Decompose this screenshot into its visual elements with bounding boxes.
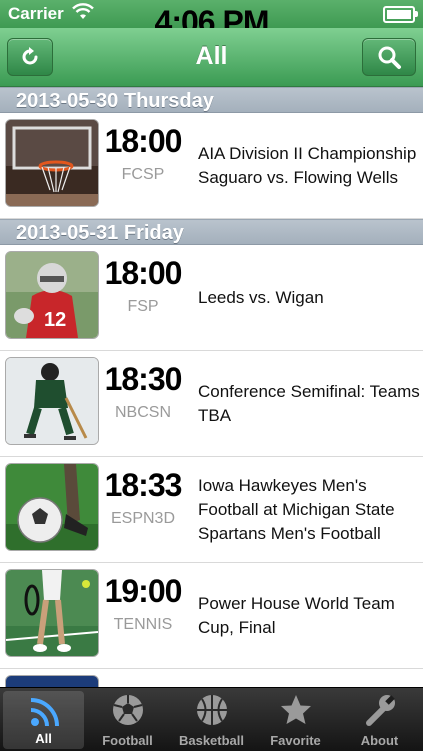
- basketball-icon: [196, 695, 227, 725]
- event-title: AIA Division II Championship Saguaro vs.…: [198, 143, 417, 187]
- football-player-image: 12: [5, 251, 99, 339]
- svg-text:12: 12: [44, 309, 66, 331]
- star-icon: [280, 695, 311, 724]
- event-channel: FCSP: [121, 166, 165, 183]
- list-item[interactable]: 19:00 TENNIS Power House World Team Cup,…: [0, 563, 423, 669]
- event-time: 18:30: [104, 361, 183, 397]
- section-header: 2013-05-30 Thursday: [0, 87, 423, 113]
- event-channel: NBCSN: [114, 404, 171, 421]
- tab-all[interactable]: All: [3, 691, 84, 749]
- event-time: 18:00: [104, 255, 183, 291]
- feed-icon: [30, 698, 59, 727]
- event-time: 18:00: [104, 123, 183, 159]
- event-channel: ESPN3D: [110, 510, 176, 527]
- event-time: 19:00: [104, 573, 183, 609]
- hockey-player-image: [5, 357, 99, 445]
- tab-label: Favorite: [270, 733, 321, 748]
- tab-label: Football: [102, 733, 153, 748]
- navigation-bar: All: [0, 28, 423, 87]
- tab-bar: All Football Basketball Favorite About: [0, 687, 423, 751]
- list-item[interactable]: [0, 669, 423, 687]
- tab-label: Basketball: [178, 733, 245, 748]
- event-title: Leeds vs. Wigan: [198, 287, 324, 307]
- search-button[interactable]: [362, 38, 416, 76]
- list-item[interactable]: 18:30 NBCSN Conference Semifinal: Teams …: [0, 351, 423, 457]
- list-item[interactable]: 12 18:00 FSP Leeds vs. Wigan: [0, 245, 423, 351]
- soccer-ball-image: [5, 463, 99, 551]
- basketball-hoop-image: [5, 119, 99, 207]
- tab-favorite[interactable]: Favorite: [255, 688, 336, 751]
- event-channel: TENNIS: [113, 616, 173, 633]
- tab-football[interactable]: Football: [87, 688, 168, 751]
- schedule-list[interactable]: 2013-05-30 Thursday 18:00 FCSP AIA Divis…: [0, 87, 423, 687]
- status-bar: Carrier 4:06 PM: [0, 0, 423, 40]
- soccer-ball-icon: [112, 695, 143, 725]
- tab-basketball[interactable]: Basketball: [171, 688, 252, 751]
- tab-about[interactable]: About: [339, 688, 420, 751]
- page-title: All: [195, 42, 228, 70]
- wrench-icon: [365, 695, 395, 726]
- event-channel: FSP: [127, 298, 159, 315]
- tab-label: About: [360, 733, 399, 748]
- section-header: 2013-05-31 Friday: [0, 219, 423, 245]
- battery-icon: [383, 6, 418, 23]
- event-title: Iowa Hawkeyes Men's Football at Michigan…: [198, 475, 395, 543]
- list-item[interactable]: 18:33 ESPN3D Iowa Hawkeyes Men's Footbal…: [0, 457, 423, 563]
- tab-label: All: [35, 731, 52, 746]
- event-title: Conference Semifinal: Teams TBA: [198, 381, 420, 425]
- event-title: Power House World Team Cup, Final: [198, 593, 395, 637]
- event-time: 18:33: [104, 467, 183, 503]
- tennis-player-image: [5, 569, 99, 657]
- list-item[interactable]: 18:00 FCSP AIA Division II Championship …: [0, 113, 423, 219]
- search-icon: [378, 46, 401, 69]
- partial-thumbnail: [5, 675, 99, 687]
